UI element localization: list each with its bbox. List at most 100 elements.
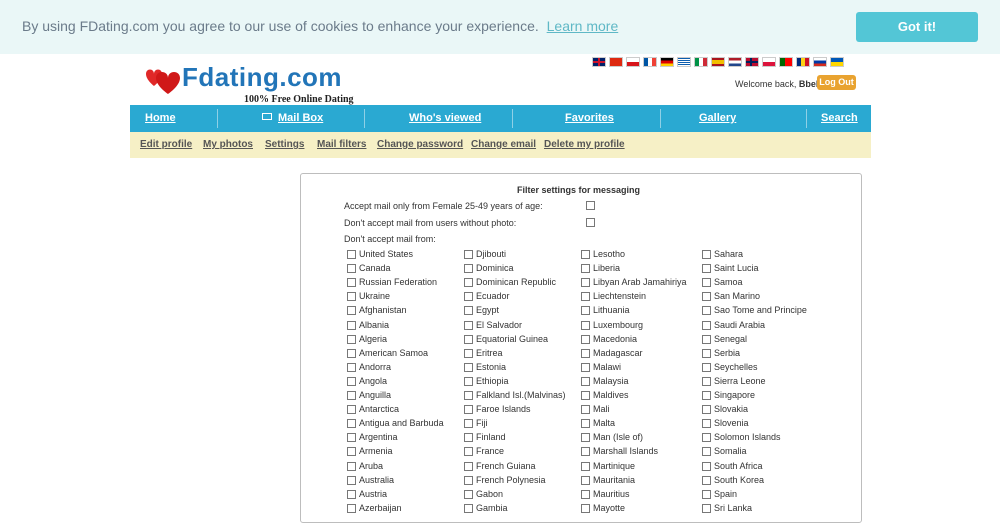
flag-czech-icon[interactable] [626, 57, 640, 67]
country-checkbox[interactable] [702, 489, 711, 499]
country-checkbox[interactable] [581, 376, 590, 386]
nav-favorites[interactable]: Favorites [565, 105, 614, 132]
country-checkbox[interactable] [464, 419, 473, 429]
country-checkbox[interactable] [581, 405, 590, 415]
subnav-delete-profile[interactable]: Delete my profile [544, 132, 625, 158]
flag-greece-icon[interactable] [677, 57, 691, 67]
country-checkbox[interactable] [464, 348, 473, 358]
flag-netherlands-icon[interactable] [728, 57, 742, 67]
country-checkbox[interactable] [702, 278, 711, 288]
country-checkbox[interactable] [464, 376, 473, 386]
nav-whos-viewed[interactable]: Who's viewed [409, 105, 481, 132]
flag-germany-icon[interactable] [660, 57, 674, 67]
country-checkbox[interactable] [464, 405, 473, 415]
country-checkbox[interactable] [581, 320, 590, 330]
country-checkbox[interactable] [347, 348, 356, 358]
country-checkbox[interactable] [347, 405, 356, 415]
nav-mailbox[interactable]: Mail Box [262, 105, 323, 132]
flag-ukraine-icon[interactable] [830, 57, 844, 67]
country-checkbox[interactable] [702, 264, 711, 274]
country-checkbox[interactable] [702, 334, 711, 344]
nav-home[interactable]: Home [145, 105, 176, 132]
flag-france-icon[interactable] [643, 57, 657, 67]
country-checkbox[interactable] [347, 475, 356, 485]
country-checkbox[interactable] [581, 362, 590, 372]
country-checkbox[interactable] [464, 306, 473, 316]
country-checkbox[interactable] [581, 503, 590, 513]
country-checkbox[interactable] [581, 250, 590, 259]
country-checkbox[interactable] [464, 433, 473, 443]
country-checkbox[interactable] [702, 250, 711, 259]
country-checkbox[interactable] [347, 264, 356, 274]
country-checkbox[interactable] [347, 391, 356, 400]
nav-search[interactable]: Search [821, 105, 858, 132]
country-checkbox[interactable] [581, 306, 590, 316]
flag-spain-icon[interactable] [711, 57, 725, 67]
country-checkbox[interactable] [702, 503, 711, 513]
country-checkbox[interactable] [581, 489, 590, 499]
flag-china-icon[interactable] [609, 57, 623, 67]
country-checkbox[interactable] [464, 503, 473, 513]
country-checkbox[interactable] [347, 376, 356, 386]
country-checkbox[interactable] [702, 391, 711, 400]
flag-romania-icon[interactable] [796, 57, 810, 67]
country-checkbox[interactable] [581, 264, 590, 274]
country-checkbox[interactable] [464, 447, 473, 457]
country-checkbox[interactable] [581, 461, 590, 471]
subnav-mail-filters[interactable]: Mail filters [317, 132, 366, 158]
subnav-my-photos[interactable]: My photos [203, 132, 253, 158]
learn-more-link[interactable]: Learn more [547, 18, 619, 34]
country-checkbox[interactable] [702, 362, 711, 372]
flag-uk-icon[interactable] [592, 57, 606, 67]
flag-poland-icon[interactable] [762, 57, 776, 67]
country-checkbox[interactable] [464, 489, 473, 499]
country-checkbox[interactable] [347, 334, 356, 344]
country-checkbox[interactable] [464, 320, 473, 330]
country-checkbox[interactable] [347, 447, 356, 457]
subnav-change-email[interactable]: Change email [471, 132, 536, 158]
country-checkbox[interactable] [581, 419, 590, 429]
country-checkbox[interactable] [581, 334, 590, 344]
subnav-settings[interactable]: Settings [265, 132, 304, 158]
country-checkbox[interactable] [702, 376, 711, 386]
country-checkbox[interactable] [581, 292, 590, 302]
country-checkbox[interactable] [702, 306, 711, 316]
accept-only-checkbox[interactable] [586, 201, 595, 210]
country-checkbox[interactable] [702, 348, 711, 358]
country-checkbox[interactable] [702, 292, 711, 302]
country-checkbox[interactable] [581, 475, 590, 485]
subnav-change-password[interactable]: Change password [377, 132, 463, 158]
country-checkbox[interactable] [702, 447, 711, 457]
country-checkbox[interactable] [464, 475, 473, 485]
country-checkbox[interactable] [347, 292, 356, 302]
country-checkbox[interactable] [464, 362, 473, 372]
country-checkbox[interactable] [347, 503, 356, 513]
country-checkbox[interactable] [702, 405, 711, 415]
flag-portugal-icon[interactable] [779, 57, 793, 67]
country-checkbox[interactable] [702, 419, 711, 429]
country-checkbox[interactable] [347, 461, 356, 471]
country-checkbox[interactable] [347, 320, 356, 330]
country-checkbox[interactable] [464, 292, 473, 302]
logout-button[interactable]: Log Out [817, 75, 856, 90]
nav-gallery[interactable]: Gallery [699, 105, 736, 132]
country-checkbox[interactable] [347, 489, 356, 499]
country-checkbox[interactable] [581, 348, 590, 358]
country-checkbox[interactable] [464, 278, 473, 288]
country-checkbox[interactable] [347, 278, 356, 288]
country-checkbox[interactable] [581, 391, 590, 400]
cookie-accept-button[interactable]: Got it! [856, 12, 978, 42]
country-checkbox[interactable] [464, 461, 473, 471]
country-checkbox[interactable] [702, 461, 711, 471]
country-checkbox[interactable] [347, 433, 356, 443]
flag-russia-icon[interactable] [813, 57, 827, 67]
flag-norway-icon[interactable] [745, 57, 759, 67]
country-checkbox[interactable] [464, 391, 473, 400]
country-checkbox[interactable] [702, 320, 711, 330]
country-checkbox[interactable] [347, 419, 356, 429]
subnav-edit-profile[interactable]: Edit profile [140, 132, 192, 158]
country-checkbox[interactable] [581, 433, 590, 443]
country-checkbox[interactable] [702, 475, 711, 485]
country-checkbox[interactable] [464, 334, 473, 344]
no-photo-checkbox[interactable] [586, 218, 595, 227]
